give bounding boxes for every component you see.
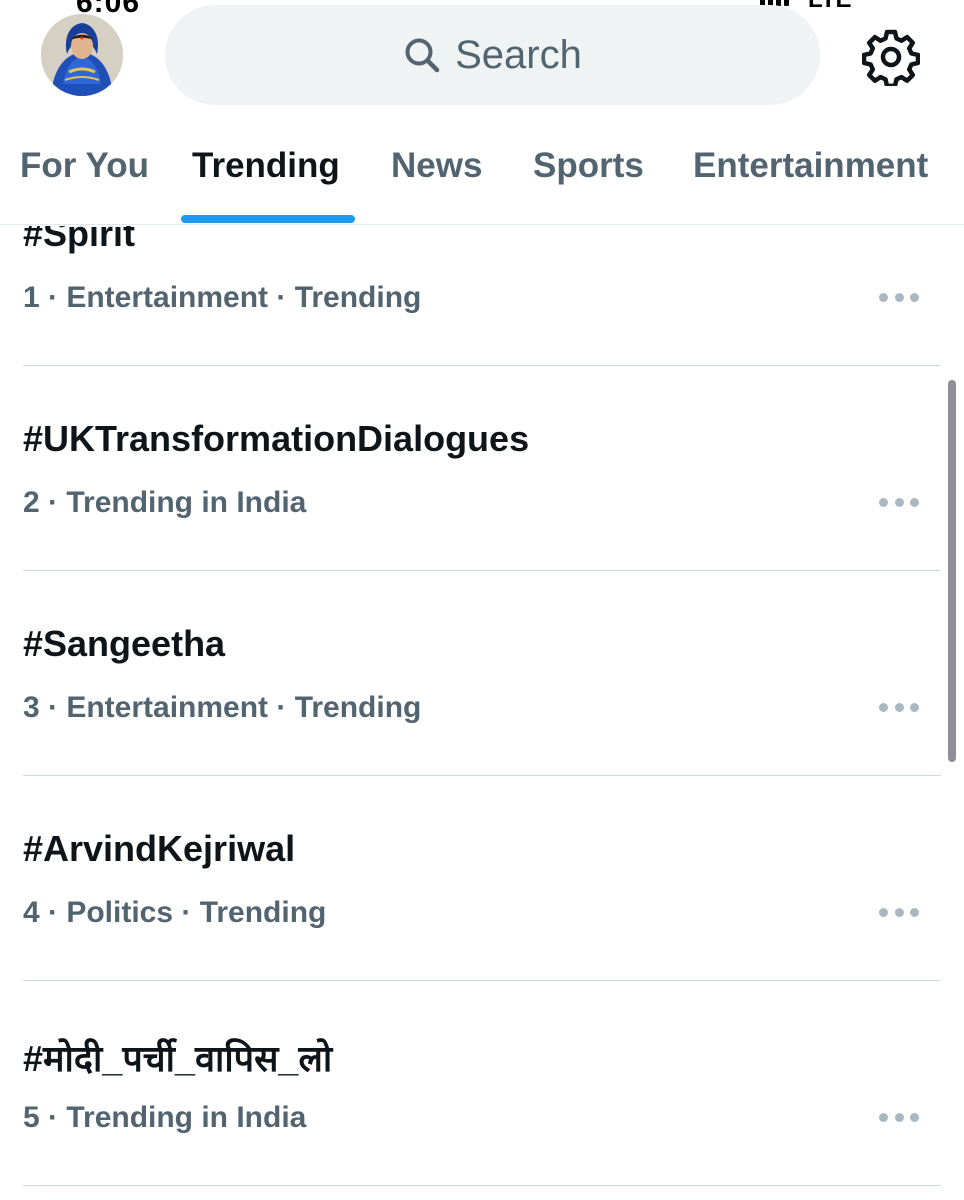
more-dots-icon[interactable]: [879, 701, 919, 713]
tab-bar: For You Trending News Sports Entertainme…: [0, 120, 964, 225]
search-bar[interactable]: Search: [165, 5, 820, 105]
search-icon: [405, 38, 440, 73]
scrollbar[interactable]: [948, 380, 956, 762]
trend-name[interactable]: #UKTransformationDialogues: [23, 418, 529, 460]
more-dots-icon[interactable]: [879, 906, 919, 918]
avatar-image: [41, 14, 123, 96]
trend-item[interactable]: #UKTransformationDialogues 2 · Trending …: [23, 366, 941, 571]
trend-meta: 3 · Entertainment · Trending: [23, 691, 422, 724]
trend-item[interactable]: #मोदी_पर्ची_वापिस_लो 5 · Trending in Ind…: [23, 981, 941, 1186]
tab-sports[interactable]: Sports: [533, 146, 644, 186]
trend-item[interactable]: #Spirit 1 · Entertainment · Trending: [23, 226, 941, 366]
trend-meta: 4 · Politics · Trending: [23, 896, 327, 929]
tab-entertainment[interactable]: Entertainment: [693, 146, 928, 186]
trend-item[interactable]: #Sangeetha 3 · Entertainment · Trending: [23, 571, 941, 776]
tab-trending[interactable]: Trending: [192, 146, 340, 186]
trend-meta: 1 · Entertainment · Trending: [23, 281, 422, 314]
active-tab-indicator: [181, 215, 355, 223]
more-dots-icon[interactable]: [879, 291, 919, 303]
more-dots-icon[interactable]: [879, 496, 919, 508]
trend-name[interactable]: #ArvindKejriwal: [23, 828, 295, 870]
trend-name[interactable]: #मोदी_पर्ची_वापिस_लो: [23, 1033, 332, 1082]
trend-meta: 2 · Trending in India: [23, 486, 307, 519]
avatar[interactable]: [41, 14, 123, 96]
trends-list: #Spirit 1 · Entertainment · Trending #UK…: [0, 226, 964, 1200]
header: Search: [0, 0, 964, 120]
more-dots-icon[interactable]: [879, 1111, 919, 1123]
trend-item[interactable]: #ArvindKejriwal 4 · Politics · Trending: [23, 776, 941, 981]
trend-meta: 5 · Trending in India: [23, 1101, 307, 1134]
search-placeholder: Search: [455, 32, 582, 77]
trend-name[interactable]: #Sangeetha: [23, 623, 225, 665]
tab-news[interactable]: News: [391, 146, 482, 186]
trend-name[interactable]: #Spirit: [23, 226, 135, 255]
gear-icon[interactable]: [862, 28, 920, 86]
tab-for-you[interactable]: For You: [20, 146, 149, 186]
